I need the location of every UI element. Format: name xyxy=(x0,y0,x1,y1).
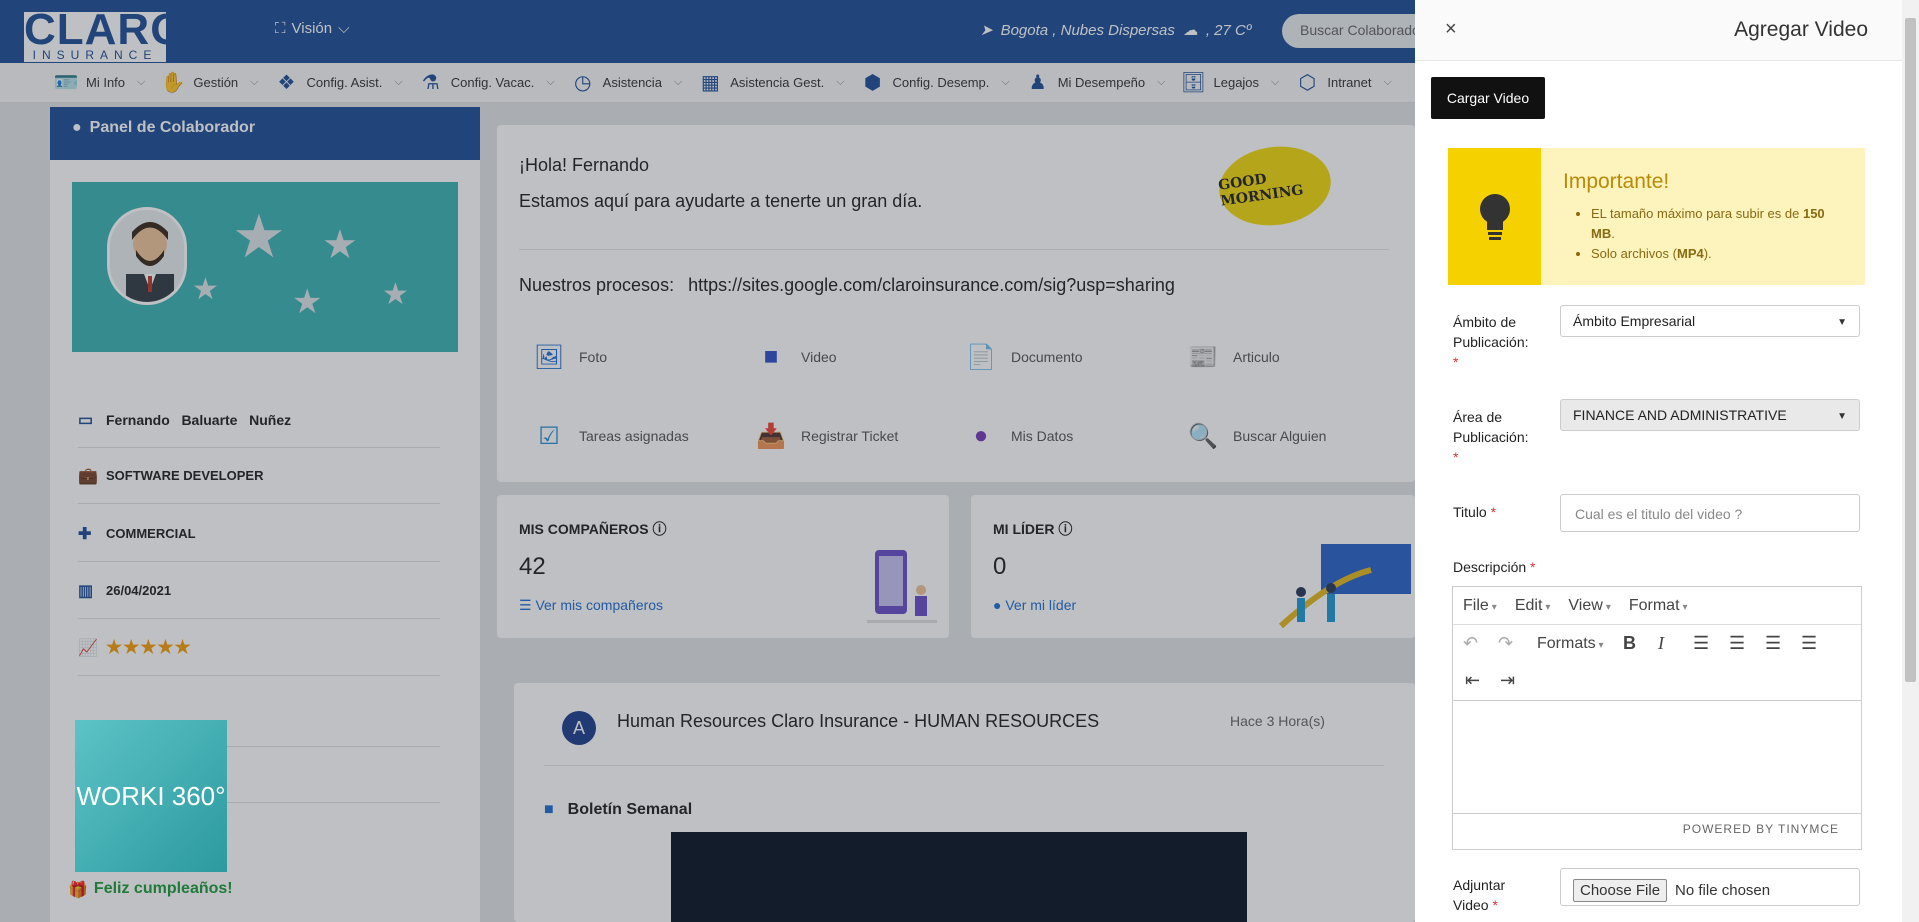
required-mark: * xyxy=(1530,559,1536,575)
upload-video-button[interactable]: Cargar Video xyxy=(1431,77,1545,119)
required-mark: * xyxy=(1492,897,1498,913)
important-title: Importante! xyxy=(1563,170,1670,193)
important-notice: Importante! EL tamaño máximo para subir … xyxy=(1448,148,1865,285)
redo-icon[interactable]: ↷ xyxy=(1498,633,1513,654)
editor-menubar: File ▾ Edit ▾ View ▾ Format ▾ xyxy=(1453,587,1861,625)
worki-360-logo[interactable]: WORKI 360° xyxy=(75,720,227,872)
title-label: Titulo * xyxy=(1453,502,1496,522)
important-text: Solo archivos ( xyxy=(1591,246,1677,261)
area-select[interactable]: FINANCE AND ADMINISTRATIVE ▼ xyxy=(1560,399,1860,431)
align-left-icon[interactable]: ☰ xyxy=(1693,633,1709,654)
align-center-icon[interactable]: ☰ xyxy=(1729,633,1745,654)
outdent-icon[interactable]: ⇤ xyxy=(1465,670,1480,691)
important-item: EL tamaño máximo para subir es de 150 MB… xyxy=(1591,204,1846,244)
lightbulb-icon xyxy=(1448,148,1541,285)
required-mark: * xyxy=(1490,504,1497,520)
attach-label: Adjuntar Video * xyxy=(1453,875,1543,915)
scope-select[interactable]: Ámbito Empresarial ▼ xyxy=(1560,305,1860,337)
caret-down-icon: ▼ xyxy=(1837,317,1847,328)
important-text: EL tamaño máximo para subir es de xyxy=(1591,206,1803,221)
area-label-text: Área de Publicación: xyxy=(1453,409,1529,445)
menu-label: Format xyxy=(1628,596,1680,614)
formats-dropdown[interactable]: Formats ▾ xyxy=(1537,635,1603,653)
caret-down-icon: ▾ xyxy=(1682,601,1688,613)
important-item: Solo archivos (MP4). xyxy=(1591,244,1846,264)
page-scrollbar[interactable] xyxy=(1902,0,1919,922)
editor-footer: POWERED BY TINYMCE xyxy=(1682,822,1839,836)
required-mark: * xyxy=(1453,354,1459,370)
important-format: MP4 xyxy=(1676,246,1704,261)
caret-down-icon: ▼ xyxy=(1837,411,1847,422)
indent-icon[interactable]: ⇥ xyxy=(1500,670,1515,691)
modal-header: × Agregar Video xyxy=(1415,0,1902,61)
required-mark: * xyxy=(1453,449,1459,465)
menu-label: Edit xyxy=(1514,596,1543,614)
description-label: Descripción * xyxy=(1453,557,1535,577)
important-text: ). xyxy=(1703,246,1712,261)
choose-file-button[interactable]: Choose File xyxy=(1573,879,1668,902)
menu-label: View xyxy=(1568,596,1603,614)
video-title-input[interactable]: Cual es el titulo del video ? xyxy=(1560,494,1860,532)
no-file-text: No file chosen xyxy=(1675,882,1771,899)
editor-toolbar: ↶ ↷ Formats ▾ B I ☰ ☰ ☰ ☰ ⇤ ⇥ xyxy=(1453,625,1861,701)
area-value: FINANCE AND ADMINISTRATIVE xyxy=(1573,407,1787,423)
add-video-modal: × Agregar Video Cargar Video Importante!… xyxy=(1415,0,1902,922)
scope-value: Ámbito Empresarial xyxy=(1573,313,1696,329)
scope-label-text: Ámbito de Publicación: xyxy=(1453,314,1529,350)
menu-edit[interactable]: Edit ▾ xyxy=(1515,597,1551,615)
caret-down-icon: ▾ xyxy=(1595,640,1604,651)
close-icon[interactable]: × xyxy=(1445,18,1457,41)
menu-view[interactable]: View ▾ xyxy=(1568,597,1610,615)
formats-label: Formats xyxy=(1537,635,1596,652)
align-justify-icon[interactable]: ☰ xyxy=(1801,633,1817,654)
rich-text-editor: File ▾ Edit ▾ View ▾ Format ▾ ↶ ↷ Formats ▾ … xyxy=(1452,586,1862,850)
caret-down-icon: ▾ xyxy=(1605,601,1611,613)
editor-content-area[interactable] xyxy=(1453,701,1861,814)
undo-icon[interactable]: ↶ xyxy=(1463,633,1478,654)
important-list: EL tamaño máximo para subir es de 150 MB… xyxy=(1591,204,1846,264)
caret-down-icon: ▾ xyxy=(1545,601,1551,613)
area-label: Área de Publicación: * xyxy=(1453,407,1543,467)
italic-icon[interactable]: I xyxy=(1658,633,1664,654)
description-label-text: Descripción xyxy=(1453,559,1527,575)
bold-icon[interactable]: B xyxy=(1623,633,1636,654)
menu-label: File xyxy=(1463,596,1489,614)
menu-file[interactable]: File ▾ xyxy=(1463,597,1497,615)
scrollbar-thumb[interactable] xyxy=(1905,18,1916,682)
modal-title: Agregar Video xyxy=(1734,18,1868,41)
title-label-text: Titulo xyxy=(1453,504,1487,520)
important-text: . xyxy=(1611,226,1615,241)
scope-label: Ámbito de Publicación: * xyxy=(1453,312,1543,372)
menu-format[interactable]: Format ▾ xyxy=(1629,597,1688,615)
caret-down-icon: ▾ xyxy=(1491,601,1497,613)
video-file-input[interactable]: Choose File No file chosen xyxy=(1560,868,1860,906)
align-right-icon[interactable]: ☰ xyxy=(1765,633,1781,654)
